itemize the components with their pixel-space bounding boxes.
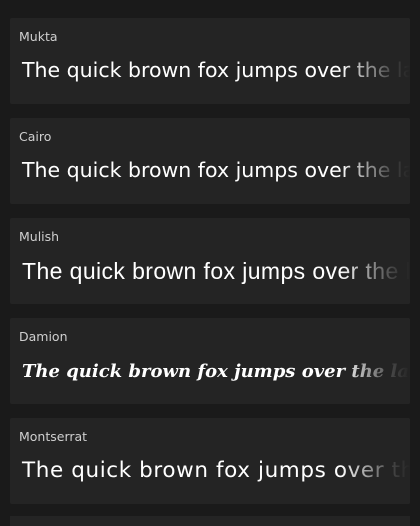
font-sample-text: The quick brown fox jumps over the lazy … (22, 258, 410, 284)
font-card-mulish[interactable]: Mulish The quick brown fox jumps over th… (10, 218, 410, 304)
font-sample-text: The quick brown fox jumps over the lazy … (22, 458, 410, 483)
font-card-damion[interactable]: Damion The quick brown fox jumps over th… (10, 318, 410, 404)
font-name-label: Mulish (19, 229, 60, 244)
font-list: Mukta The quick brown fox jumps over the… (0, 0, 420, 526)
font-name-label: Cairo (19, 129, 52, 144)
font-card-cairo[interactable]: Cairo The quick brown fox jumps over the… (10, 118, 410, 204)
font-name-label: Montserrat (19, 429, 88, 444)
font-sample-text: The quick brown fox jumps over the lazy … (22, 58, 410, 82)
font-name-label: Damion (19, 329, 68, 344)
font-card-mukta[interactable]: Mukta The quick brown fox jumps over the… (10, 18, 410, 104)
font-name-label: Mukta (19, 29, 58, 44)
font-card-montserrat[interactable]: Montserrat The quick brown fox jumps ove… (10, 418, 410, 504)
font-sample-text: The quick brown fox jumps over the lazy … (22, 158, 410, 182)
font-card-next[interactable] (10, 516, 410, 526)
font-sample-text: The quick brown fox jumps over the lazy … (22, 361, 410, 382)
